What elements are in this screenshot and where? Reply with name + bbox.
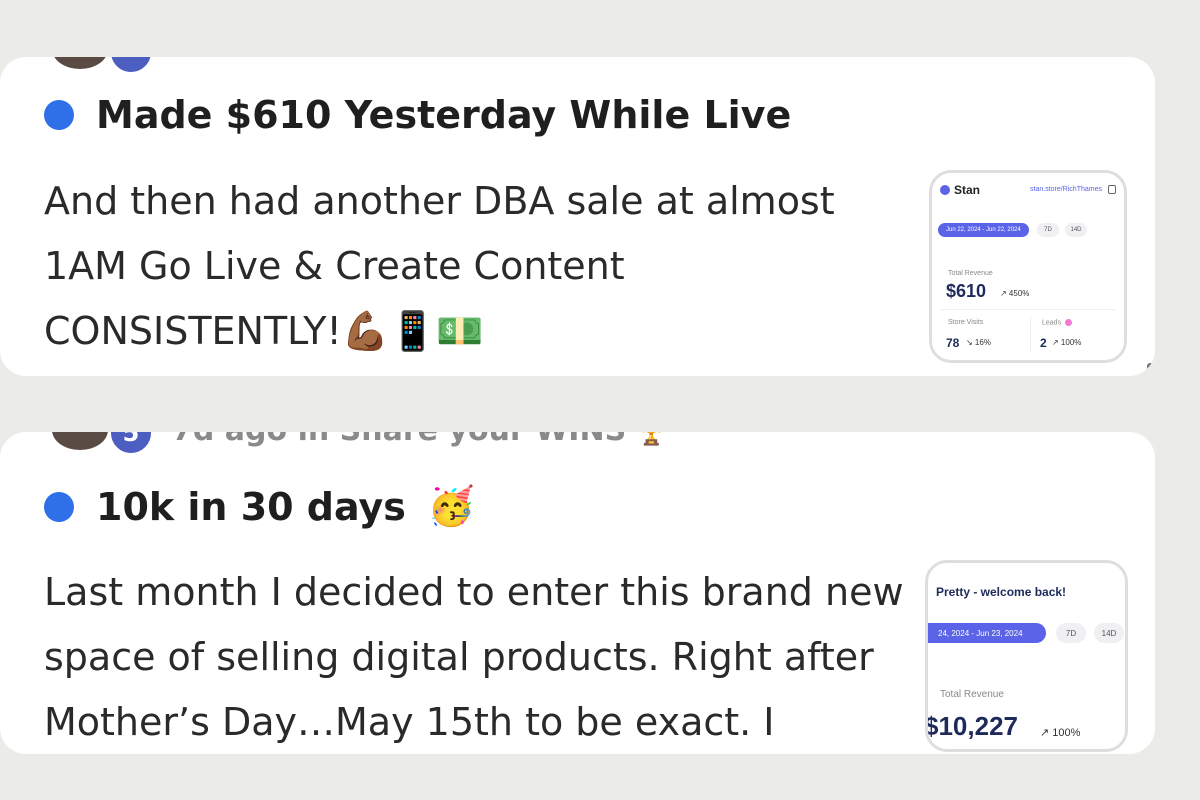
- party-face-icon: 🥳: [427, 484, 476, 528]
- leads-value: 2: [1040, 336, 1047, 350]
- avatar: [52, 57, 108, 69]
- scroll-handle-icon[interactable]: [1147, 363, 1155, 373]
- unread-dot-icon: [44, 100, 74, 130]
- stan-logo: Stan: [940, 183, 980, 197]
- total-revenue-label: Total Revenue: [940, 689, 1004, 700]
- total-revenue-delta: ↗ 100%: [1040, 727, 1081, 739]
- post-title-text: 10k in 30 days: [96, 484, 406, 529]
- post-meta-text: 7d ago in Share your WINS: [172, 432, 626, 448]
- post-title[interactable]: Made $610 Yesterday While Live: [44, 93, 791, 137]
- post-image-thumbnail[interactable]: Pretty - welcome back! 24, 2024 - Jun 23…: [925, 560, 1128, 752]
- trophy-icon: 🏆: [634, 432, 669, 447]
- store-visits-delta: ↘ 16%: [966, 338, 991, 347]
- total-revenue-value: $10,227: [925, 711, 1018, 741]
- divider: [1030, 317, 1031, 353]
- total-revenue-value: $610: [946, 281, 987, 301]
- leads-delta: ↗ 100%: [1052, 338, 1082, 347]
- post-meta: 5 7d ago in Share your WINS 🏆: [52, 432, 669, 456]
- tab-14d: 14D: [1065, 223, 1087, 237]
- total-revenue-delta: ↗ 450%: [1000, 289, 1030, 298]
- post-title-text: Made $610 Yesterday While Live: [96, 93, 792, 137]
- store-visits-label: Store Visits: [948, 319, 984, 326]
- post-title[interactable]: 10k in 30 days 🥳: [44, 484, 475, 529]
- date-range-pill: Jun 22, 2024 - Jun 22, 2024: [938, 223, 1029, 237]
- avatar-stack[interactable]: [52, 57, 164, 75]
- leads-label: Leads: [1042, 319, 1073, 326]
- leads-dot-icon: [1065, 319, 1073, 326]
- avatar-stack[interactable]: 5: [52, 432, 164, 456]
- post-card[interactable]: 5 7d ago in Share your WINS 🏆 10k in 30 …: [0, 432, 1155, 754]
- post-card[interactable]: Made $610 Yesterday While Live And then …: [0, 57, 1155, 376]
- tab-14d: 14D: [1094, 623, 1124, 643]
- dashboard-greeting: Pretty - welcome back!: [936, 585, 1067, 599]
- unread-dot-icon: [44, 491, 74, 522]
- tab-7d: 7D: [1037, 223, 1059, 237]
- store-visits-value: 78: [946, 336, 960, 350]
- avatar-count-badge: [108, 57, 154, 75]
- post-body: Last month I decided to enter this brand…: [44, 570, 904, 744]
- divider: [940, 309, 1116, 310]
- post-body: And then had another DBA sale at almost …: [44, 179, 835, 353]
- avatar-count-badge: 5: [108, 432, 154, 456]
- stan-logo-icon: [940, 185, 950, 195]
- post-meta: [52, 57, 164, 75]
- tab-7d: 7D: [1056, 623, 1086, 643]
- post-image-thumbnail[interactable]: Stan stan.store/RichThames Jun 22, 2024 …: [929, 170, 1127, 363]
- store-url: stan.store/RichThames: [1030, 186, 1102, 193]
- date-range-pill: 24, 2024 - Jun 23, 2024: [928, 623, 1046, 643]
- avatar: [52, 432, 108, 450]
- copy-icon: [1108, 185, 1116, 194]
- total-revenue-label: Total Revenue: [948, 270, 993, 277]
